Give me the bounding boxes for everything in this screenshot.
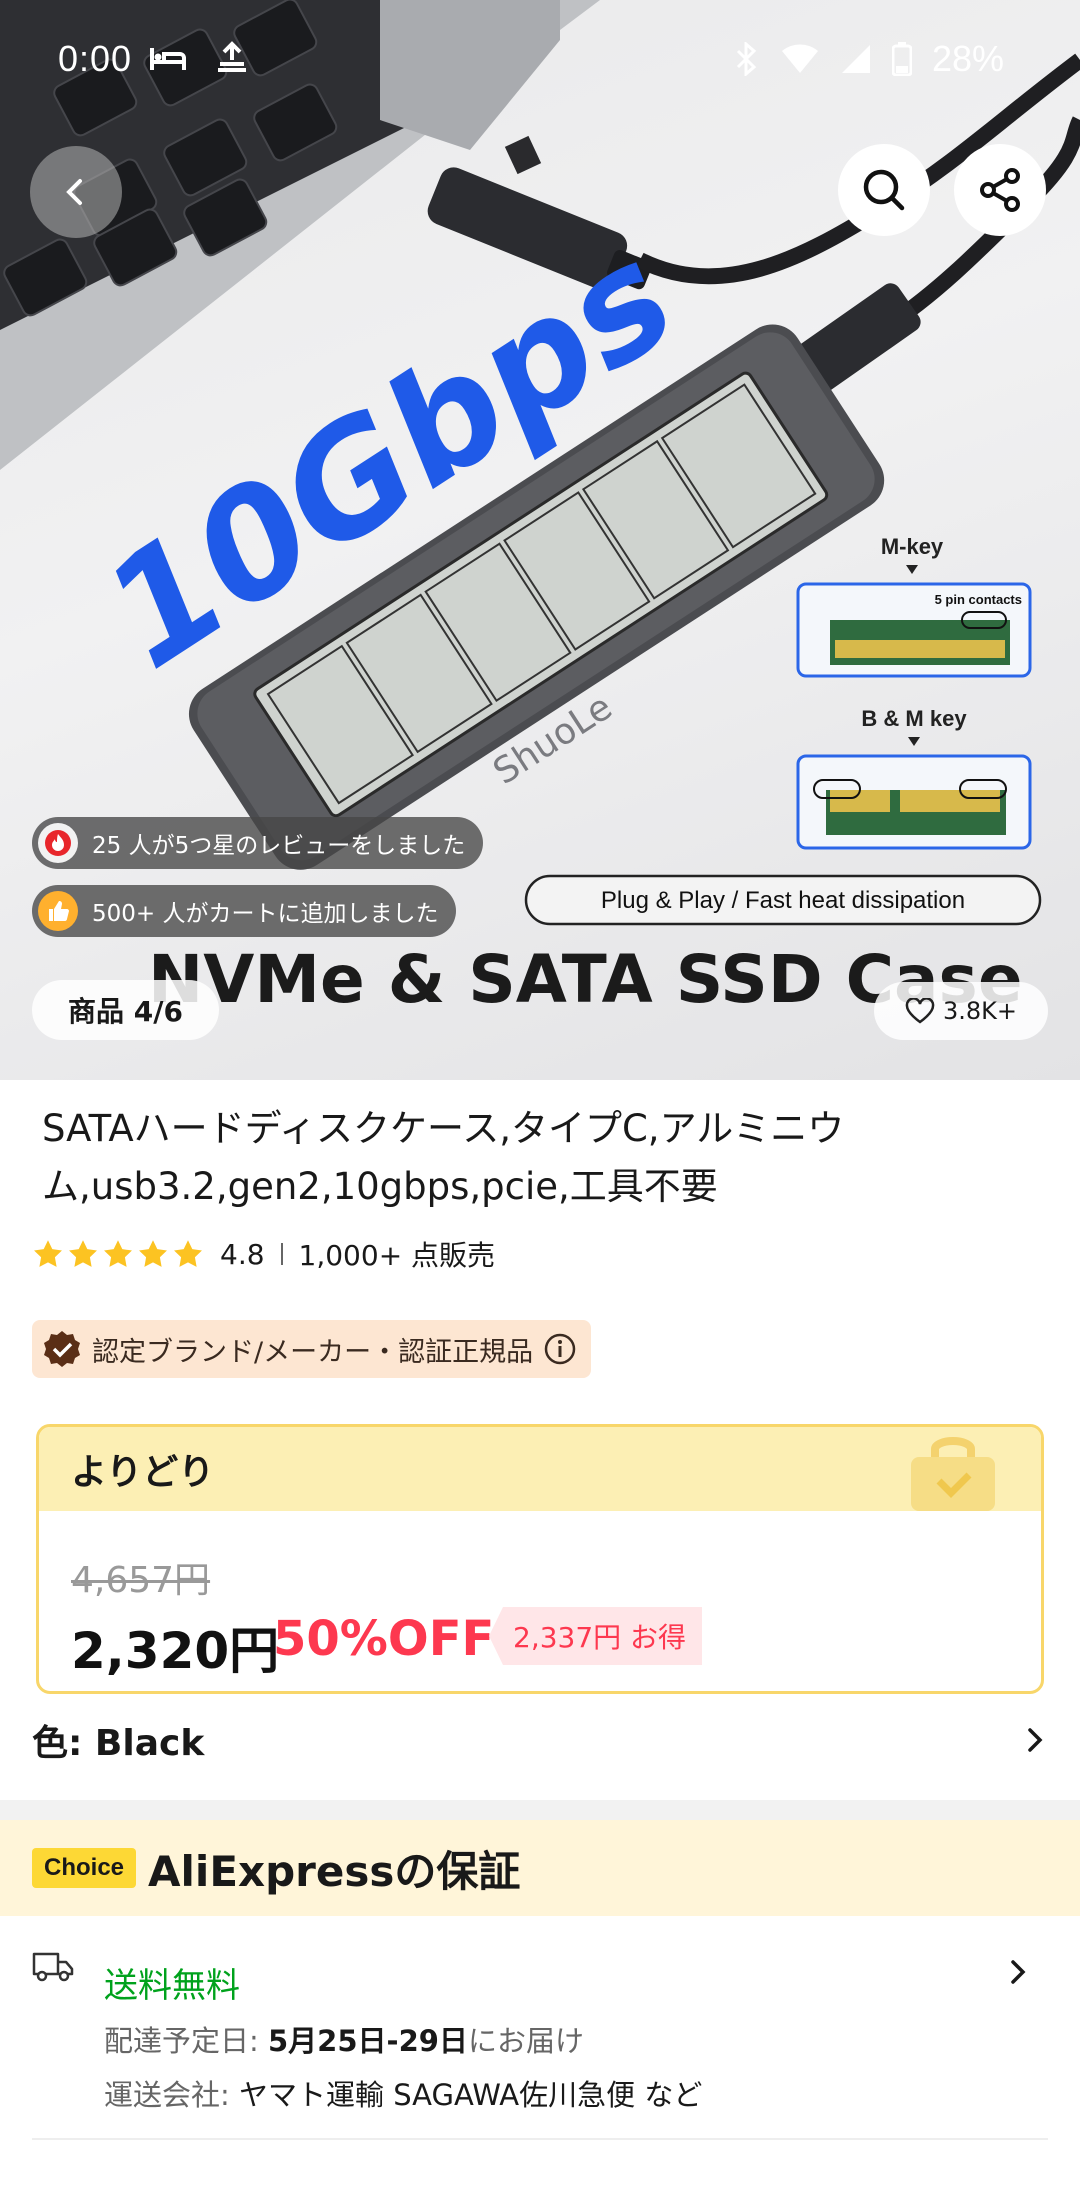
star-icon — [174, 1240, 202, 1267]
carrier-info: 運送会社: ヤマト運輸 SAGAWA佐川急便 など — [104, 2072, 702, 2114]
battery-icon — [891, 42, 912, 76]
star-icon — [34, 1240, 62, 1267]
color-label: 色: Black — [32, 1723, 205, 1764]
delivery-suffix: にお届け — [467, 2024, 584, 2058]
back-button[interactable] — [30, 146, 122, 238]
savings-tag: 2,337円 お得 — [489, 1607, 703, 1665]
color-selector[interactable]: 色: Black — [32, 1712, 1048, 1768]
free-shipping-label: 送料無料 — [104, 1966, 240, 2006]
cart-pill-text: 500+ 人がカートに追加しました — [92, 901, 439, 927]
star-icon — [69, 1240, 97, 1267]
wishlist-button[interactable]: 3.8K+ — [874, 982, 1048, 1040]
chevron-left-icon — [66, 179, 82, 205]
heart-icon — [905, 998, 935, 1024]
sold-count: 1,000+ 点販売 — [298, 1239, 496, 1272]
original-price: 4,657円 — [71, 1560, 211, 1601]
price-card: よりどり 4,657円 2,320円 50%OFF 2,337円 お得 — [36, 1424, 1044, 1694]
carrier-value: ヤマト運輸 SAGAWA佐川急便 など — [239, 2078, 703, 2112]
brand-verified-badge[interactable]: 認定ブランド/メーカー・認証正規品 — [32, 1320, 592, 1378]
carrier-label: 運送会社: — [104, 2078, 239, 2112]
chevron-right-icon — [1028, 1728, 1043, 1752]
star-icon — [104, 1240, 132, 1267]
guarantee-title: AliExpressの保証 — [148, 1846, 521, 1896]
rating-row[interactable]: 4.8 1,000+ 点販売 — [32, 1234, 495, 1274]
share-button[interactable] — [954, 144, 1046, 236]
discount-percent: 50%OFF — [273, 1611, 495, 1667]
review-social-proof-pill: 25 人が5つ星のレビューをしました — [32, 817, 484, 869]
bluetooth-icon — [736, 42, 757, 76]
info-icon[interactable] — [543, 1332, 577, 1366]
wifi-icon — [781, 44, 818, 73]
divider-line — [32, 2138, 1048, 2140]
mkey-label: M-key — [881, 534, 944, 559]
delivery-label: 配達予定日: — [104, 2024, 268, 2058]
signal-icon — [841, 45, 870, 73]
product-image-carousel[interactable]: 10Gbps ShuoLe M-key 5 pin contacts B & M… — [0, 0, 1080, 1080]
brand-badge-text: 認定ブランド/メーカー・認証正規品 — [92, 1336, 534, 1368]
pin-contacts-label: 5 pin contacts — [935, 592, 1022, 607]
bmkey-label: B & M key — [861, 706, 967, 731]
rating-value: 4.8 — [220, 1237, 265, 1271]
delivery-estimate: 配達予定日: 5月25日-29日にお届け — [104, 2018, 584, 2060]
price-card-header: よりどり — [39, 1427, 1041, 1511]
product-title: SATAハードディスクケース,タイプC,アルミニウム,usb3.2,gen2,1… — [42, 1107, 845, 1208]
rating-separator — [280, 1243, 283, 1265]
price-card-heading: よりどり — [71, 1452, 215, 1493]
wishlist-count: 3.8K+ — [942, 997, 1017, 1025]
thumbs-up-icon — [38, 891, 78, 931]
guarantee-header: Choice AliExpressの保証 — [0, 1820, 1080, 1916]
review-pill-text: 25 人が5つ星のレビューをしました — [92, 833, 466, 859]
sale-price: 2,320円 — [71, 1622, 280, 1680]
status-bar: 0:00 28% — [0, 0, 1080, 118]
star-icon — [139, 1240, 167, 1267]
shopping-bag-icon — [911, 1437, 995, 1511]
section-divider — [0, 1800, 1080, 1820]
status-right-icons: 28% — [734, 38, 1004, 80]
search-button[interactable] — [838, 144, 930, 236]
battery-percent: 28% — [931, 38, 1004, 79]
truck-icon — [32, 1952, 74, 1982]
delivery-date: 5月25日-29日 — [268, 2024, 468, 2058]
cloud-upload-icon — [218, 41, 247, 72]
image-counter: 商品 4/6 — [32, 980, 219, 1040]
search-icon — [863, 169, 905, 211]
bed-icon — [150, 48, 186, 70]
chevron-right-icon — [1011, 1960, 1026, 1984]
share-icon — [980, 168, 1020, 212]
status-time: 0:00 — [58, 38, 133, 79]
fire-icon — [38, 823, 78, 863]
verified-seal-icon — [44, 1331, 80, 1367]
choice-tag: Choice — [32, 1848, 137, 1888]
status-left-icons — [150, 40, 250, 82]
feature-text: Plug & Play / Fast heat dissipation — [601, 887, 965, 914]
star-rating — [32, 1239, 204, 1269]
cart-social-proof-pill: 500+ 人がカートに追加しました — [32, 885, 457, 937]
